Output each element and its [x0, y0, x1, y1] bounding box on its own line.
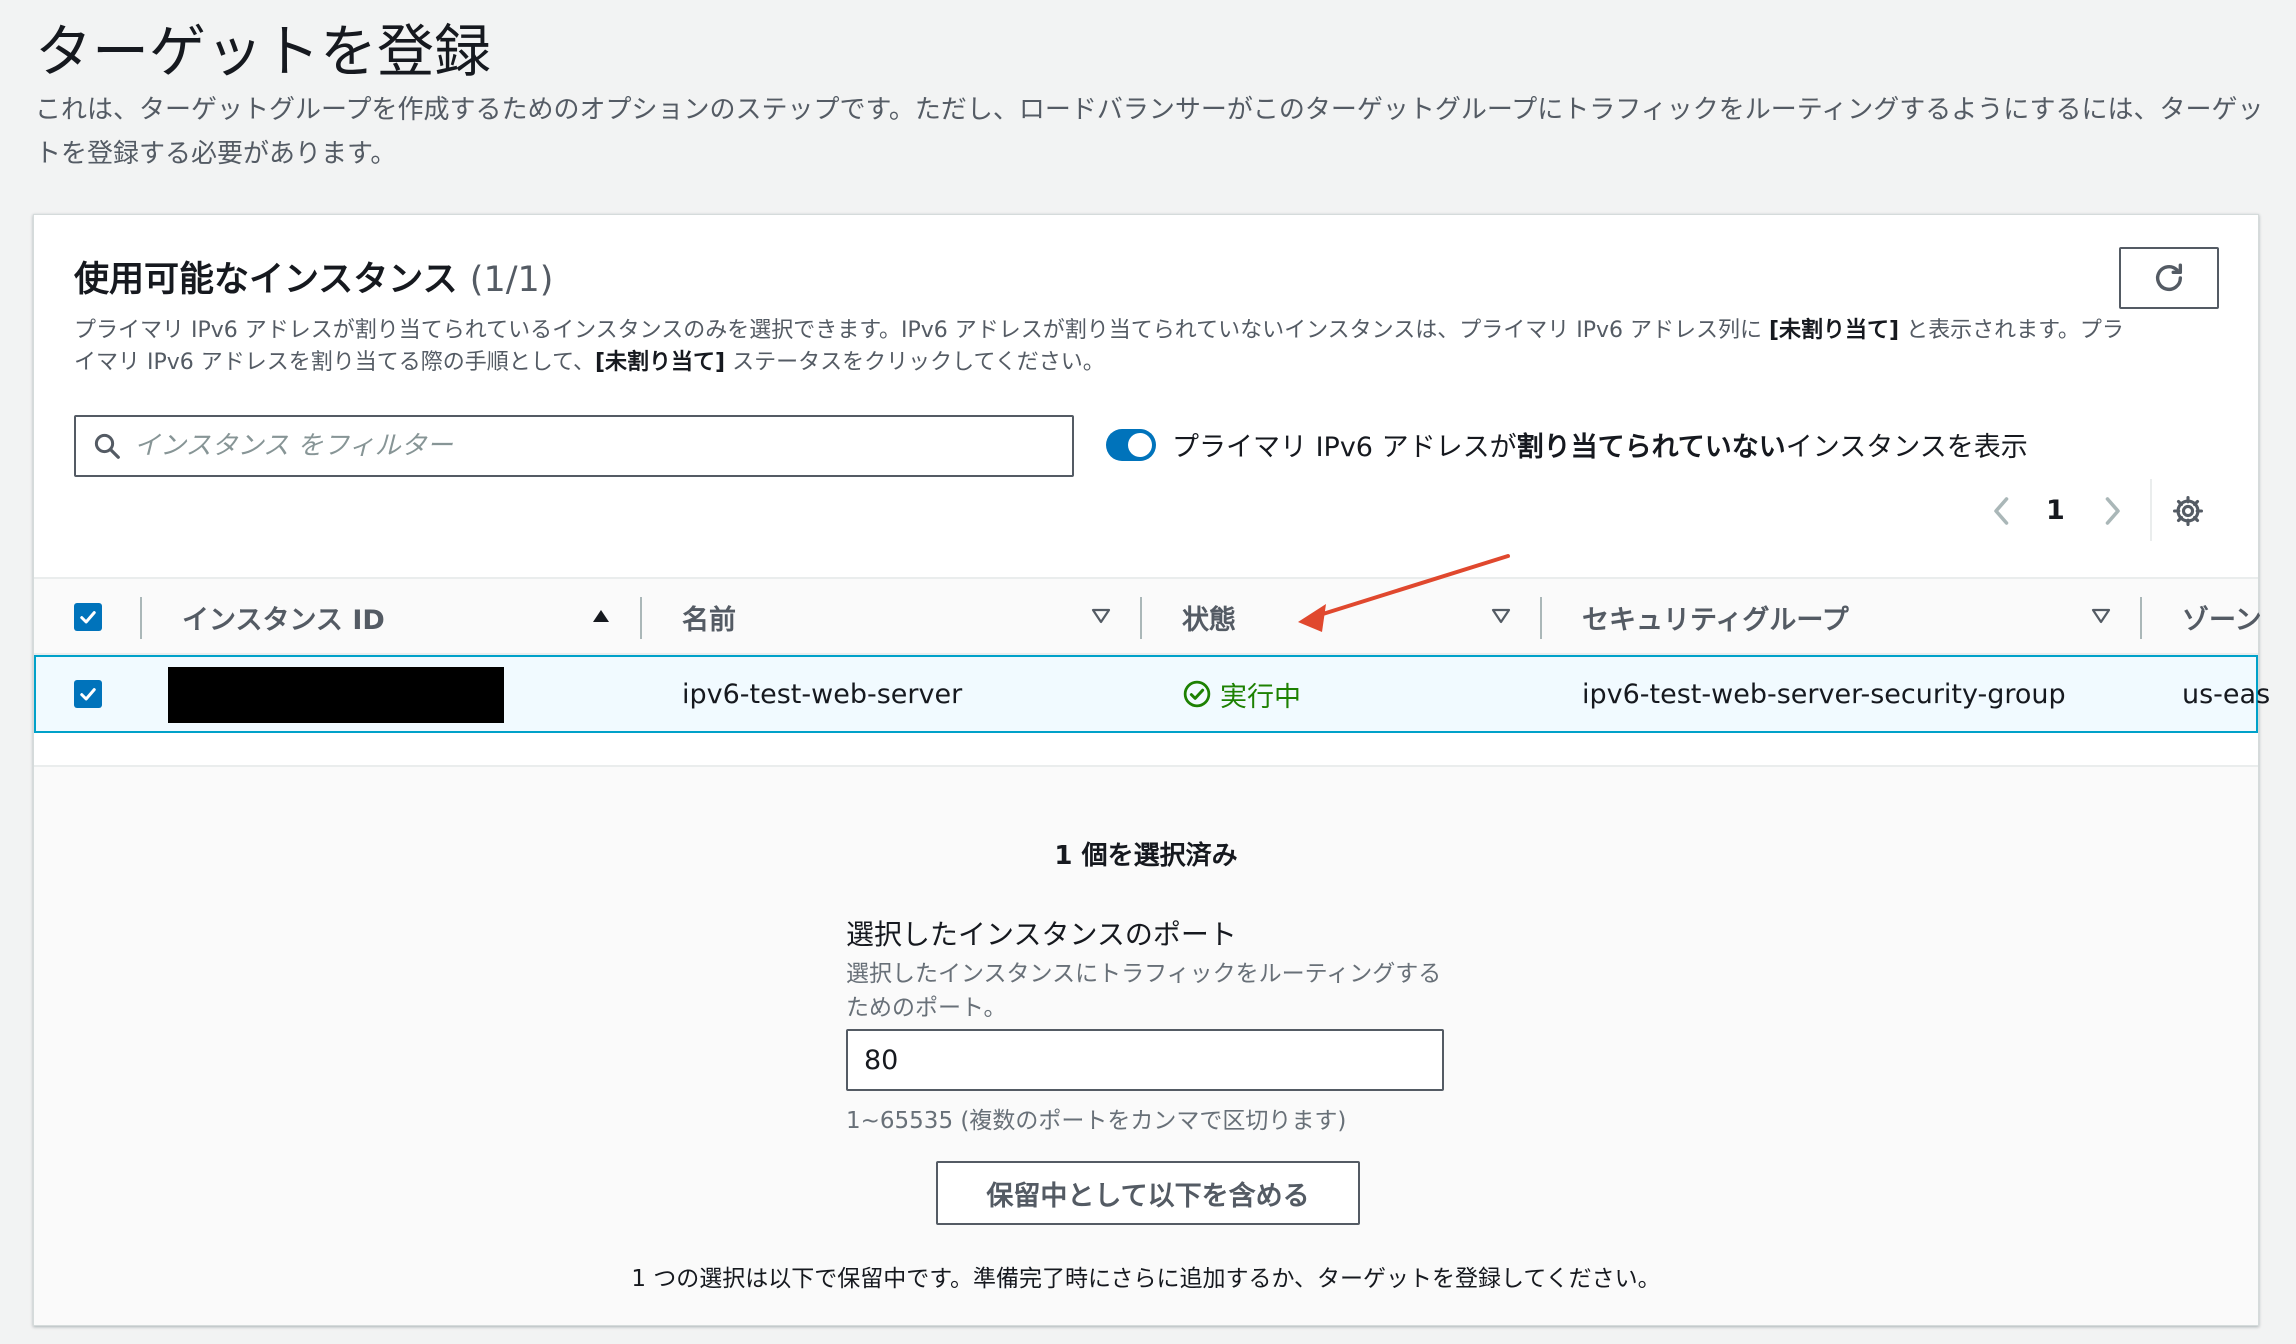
panel-desc-bold1: [未割り当て]: [1769, 318, 1900, 343]
chevron-left-icon: [1994, 497, 2009, 525]
panel-desc-bold2: [未割り当て]: [595, 350, 726, 375]
include-as-pending-button[interactable]: 保留中として以下を含める: [936, 1161, 1360, 1225]
panel-title: 使用可能なインスタンス (1/1): [74, 251, 553, 302]
column-header-instance-id[interactable]: インスタンス ID: [182, 579, 385, 655]
cell-zone: us-eas: [2182, 678, 2271, 710]
panel-desc-part3: ステータスをクリックしてください。: [725, 350, 1105, 375]
refresh-icon: [2155, 263, 2183, 291]
gear-icon: [2172, 495, 2204, 527]
port-label: 選択したインスタンスのポート: [846, 918, 1237, 951]
pagination-divider: [2150, 479, 2152, 541]
pagination-next-button[interactable]: [2092, 491, 2132, 531]
cell-name: ipv6-test-web-server: [682, 678, 963, 710]
toggle-label-pre: プライマリ IPv6 アドレスが: [1172, 432, 1517, 463]
status-success-icon: [1183, 680, 1211, 708]
column-header-zone[interactable]: ゾーン: [2182, 579, 2262, 655]
cell-security-group: ipv6-test-web-server-security-group: [1582, 678, 2066, 710]
column-divider: [1540, 597, 1542, 639]
sort-caret-down-icon[interactable]: [1088, 603, 1114, 629]
status-text: 実行中: [1220, 681, 1301, 713]
column-header-name[interactable]: 名前: [682, 579, 736, 655]
select-all-checkbox[interactable]: [74, 603, 102, 631]
pending-note: 1 つの選択は以下で保留中です。準備完了時にさらに追加するか、ターゲットを登録し…: [631, 1266, 1661, 1292]
selected-count: 1 個を選択済み: [1054, 841, 1238, 871]
column-divider: [1140, 597, 1142, 639]
selection-area: 1 個を選択済み 選択したインスタンスのポート 選択したインスタンスにトラフィッ…: [34, 765, 2258, 1325]
search-icon: [92, 431, 122, 461]
panel-desc-part1: プライマリ IPv6 アドレスが割り当てられているインスタンスのみを選択できます…: [74, 318, 1769, 343]
unassigned-ipv6-toggle[interactable]: [1106, 429, 1156, 461]
panel-title-count: (1/1): [469, 260, 554, 300]
toggle-label: プライマリ IPv6 アドレスが割り当てられていないインスタンスを表示: [1172, 425, 2028, 464]
available-instances-panel: 使用可能なインスタンス (1/1) プライマリ IPv6 アドレスが割り当てられ…: [33, 214, 2270, 1326]
pagination-prev-button[interactable]: [1982, 491, 2022, 531]
panel-description: プライマリ IPv6 アドレスが割り当てられているインスタンスのみを選択できます…: [74, 315, 2134, 379]
column-divider: [140, 597, 142, 639]
instance-id-redacted: [168, 667, 504, 723]
refresh-button[interactable]: [2119, 247, 2219, 309]
toggle-knob: [1128, 433, 1152, 457]
sort-ascending-icon[interactable]: [588, 603, 614, 629]
page-title: ターゲットを登録: [35, 19, 491, 85]
chevron-right-icon: [2105, 497, 2120, 525]
search-input[interactable]: [134, 431, 1034, 461]
table-settings-button[interactable]: [2168, 491, 2208, 531]
pagination-current-page[interactable]: 1: [2046, 495, 2065, 526]
column-header-security-group[interactable]: セキュリティグループ: [1582, 579, 1849, 655]
table-header: インスタンス ID 名前 状態 セキュリティグループ ゾーン: [34, 577, 2262, 655]
annotation-arrow-icon: [1298, 554, 1510, 632]
toggle-label-bold: 割り当てられていない: [1516, 432, 1786, 463]
port-input[interactable]: [846, 1029, 1444, 1091]
column-divider: [2140, 597, 2142, 639]
checkmark-icon: [80, 688, 96, 701]
row-checkbox[interactable]: [74, 680, 102, 708]
sort-caret-down-icon[interactable]: [2088, 603, 2114, 629]
column-header-state[interactable]: 状態: [1182, 579, 1236, 655]
port-description: 選択したインスタンスにトラフィックをルーティングするためのポート。: [846, 961, 1442, 1021]
panel-title-text: 使用可能なインスタンス: [74, 260, 458, 300]
port-hint: 1~65535 (複数のポートをカンマで区切ります): [846, 1108, 1347, 1134]
table-row[interactable]: ipv6-test-web-server 実行中 ipv6-test-web-s…: [34, 655, 2270, 733]
search-box: [74, 415, 1074, 477]
cell-state: 実行中: [1182, 657, 1301, 731]
page-description: これは、ターゲットグループを作成するためのオプションのステップです。ただし、ロー…: [35, 95, 2264, 169]
toggle-label-post: インスタンスを表示: [1785, 432, 2028, 463]
column-divider: [640, 597, 642, 639]
checkmark-icon: [80, 611, 96, 624]
